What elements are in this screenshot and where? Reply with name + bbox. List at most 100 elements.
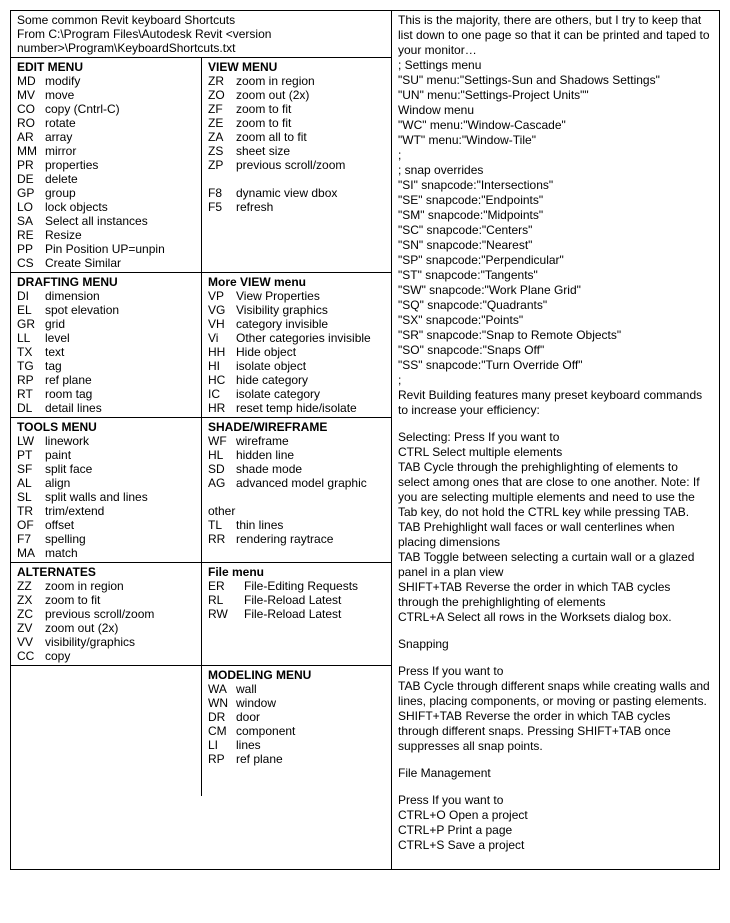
right-column: This is the majority, there are others, …: [391, 11, 717, 869]
shortcut-item: RLFile-Reload Latest: [208, 593, 385, 607]
shortcut-code: VP: [208, 289, 236, 303]
snap-title: ; snap overrides: [398, 163, 711, 178]
shortcut-text: mirror: [45, 144, 76, 158]
snap-overrides-list: "SI" snapcode:"Intersections""SE" snapco…: [398, 178, 711, 373]
left-column: Some common Revit keyboard Shortcuts Fro…: [11, 11, 391, 796]
shortcut-code: ZC: [17, 607, 45, 621]
shortcut-text: wall: [236, 682, 257, 696]
text-line: "SN" snapcode:"Nearest": [398, 238, 711, 253]
shortcut-code: ZO: [208, 88, 236, 102]
text-line: "SI" snapcode:"Intersections": [398, 178, 711, 193]
shortcut-text: zoom to fit: [236, 102, 291, 116]
shortcut-text: ref plane: [45, 373, 92, 387]
shortcut-code: RR: [208, 532, 236, 546]
shortcut-code: AL: [17, 476, 45, 490]
shortcut-text: spot elevation: [45, 303, 119, 317]
text-line: "SO" snapcode:"Snaps Off": [398, 343, 711, 358]
shortcut-text: detail lines: [45, 401, 102, 415]
shortcut-text: Other categories invisible: [236, 331, 371, 345]
shortcut-code: ZX: [17, 593, 45, 607]
shortcut-item: [208, 490, 385, 504]
shortcut-item: ALalign: [17, 476, 195, 490]
text-line: CTRL+S Save a project: [398, 838, 711, 853]
shortcut-item: SDshade mode: [208, 462, 385, 476]
shortcut-text: zoom to fit: [45, 593, 100, 607]
shortcut-item: ZAzoom all to fit: [208, 130, 385, 144]
shortcut-code: MM: [17, 144, 45, 158]
shortcut-item: VVvisibility/graphics: [17, 635, 195, 649]
shortcut-item: ARarray: [17, 130, 195, 144]
shortcut-text: rotate: [45, 116, 76, 130]
shortcut-code: F8: [208, 186, 236, 200]
shortcut-item: RPref plane: [17, 373, 195, 387]
shortcut-text: copy (Cntrl-C): [45, 102, 120, 116]
shortcut-item: F7spelling: [17, 532, 195, 546]
shortcut-item: CCcopy: [17, 649, 195, 663]
text-line: "SX" snapcode:"Points": [398, 313, 711, 328]
shortcut-item: [208, 172, 385, 186]
shortcut-code: HI: [208, 359, 236, 373]
shortcut-item: WAwall: [208, 682, 385, 696]
shortcut-item: RTroom tag: [17, 387, 195, 401]
shortcut-code: HH: [208, 345, 236, 359]
selecting-title: Selecting: Press If you want to: [398, 430, 711, 445]
shortcut-text: advanced model graphic: [236, 476, 367, 490]
shortcut-code: RW: [208, 607, 244, 621]
shortcut-code: GP: [17, 186, 45, 200]
view-menu-title: VIEW MENU: [208, 60, 385, 74]
shortcut-code: DR: [208, 710, 236, 724]
drafting-menu-title: DRAFTING MENU: [17, 275, 195, 289]
text-line: "SW" snapcode:"Work Plane Grid": [398, 283, 711, 298]
shortcut-text: tag: [45, 359, 62, 373]
settings-menu-list: "SU" menu:"Settings-Sun and Shadows Sett…: [398, 73, 711, 103]
shortcut-item: other: [208, 504, 385, 518]
shortcut-code: VV: [17, 635, 45, 649]
modeling-menu-title: MODELING MENU: [208, 668, 385, 682]
shortcut-text: Create Similar: [45, 256, 121, 270]
shortcut-text: group: [45, 186, 76, 200]
shade-menu-col: SHADE/WIREFRAME WFwireframeHLhidden line…: [201, 418, 391, 562]
alternates-menu-col: ALTERNATES ZZzoom in regionZXzoom to fit…: [11, 563, 201, 665]
shortcut-item: WNwindow: [208, 696, 385, 710]
modeling-menu-col: MODELING MENU WAwallWNwindowDRdoorCMcomp…: [201, 666, 391, 796]
shortcut-code: SL: [17, 490, 45, 504]
shortcut-code: LW: [17, 434, 45, 448]
shortcut-text: text: [45, 345, 64, 359]
top-note-line2: From C:\Program Files\Autodesk Revit <ve…: [17, 27, 385, 55]
shortcut-item: TXtext: [17, 345, 195, 359]
shortcut-item: LWlinework: [17, 434, 195, 448]
shortcut-code: DE: [17, 172, 45, 186]
semicolon-1: ;: [398, 148, 711, 163]
shortcut-text: array: [45, 130, 72, 144]
shortcut-code: ZP: [208, 158, 236, 172]
shortcut-code: RE: [17, 228, 45, 242]
shortcut-item: SLsplit walls and lines: [17, 490, 195, 504]
shortcut-code: F7: [17, 532, 45, 546]
shortcut-text: move: [45, 88, 74, 102]
shortcut-text: View Properties: [236, 289, 320, 303]
text-line: SHIFT+TAB Reverse the order in which TAB…: [398, 709, 711, 754]
shortcut-code: RL: [208, 593, 244, 607]
top-note: Some common Revit keyboard Shortcuts Fro…: [11, 11, 391, 58]
shortcut-item: F8dynamic view dbox: [208, 186, 385, 200]
shortcut-code: PP: [17, 242, 45, 256]
shortcut-code: TX: [17, 345, 45, 359]
file-menu-title: File menu: [208, 565, 385, 579]
shortcut-code: SD: [208, 462, 236, 476]
shortcut-text: isolate category: [236, 387, 320, 401]
shortcut-code: RT: [17, 387, 45, 401]
top-note-line1: Some common Revit keyboard Shortcuts: [17, 13, 385, 27]
text-line: TAB Prehighlight wall faces or wall cent…: [398, 520, 711, 550]
text-line: "SR" snapcode:"Snap to Remote Objects": [398, 328, 711, 343]
shortcut-item: VHcategory invisible: [208, 317, 385, 331]
shortcut-item: PTpaint: [17, 448, 195, 462]
shortcut-item: LIlines: [208, 738, 385, 752]
shortcut-item: ZCprevious scroll/zoom: [17, 607, 195, 621]
settings-menu-title: ; Settings menu: [398, 58, 711, 73]
window-menu-title: Window menu: [398, 103, 711, 118]
text-line: CTRL+O Open a project: [398, 808, 711, 823]
shortcut-text: trim/extend: [45, 504, 104, 518]
shortcut-item: SFsplit face: [17, 462, 195, 476]
shortcut-text: align: [45, 476, 70, 490]
shortcut-code: F5: [208, 200, 236, 214]
